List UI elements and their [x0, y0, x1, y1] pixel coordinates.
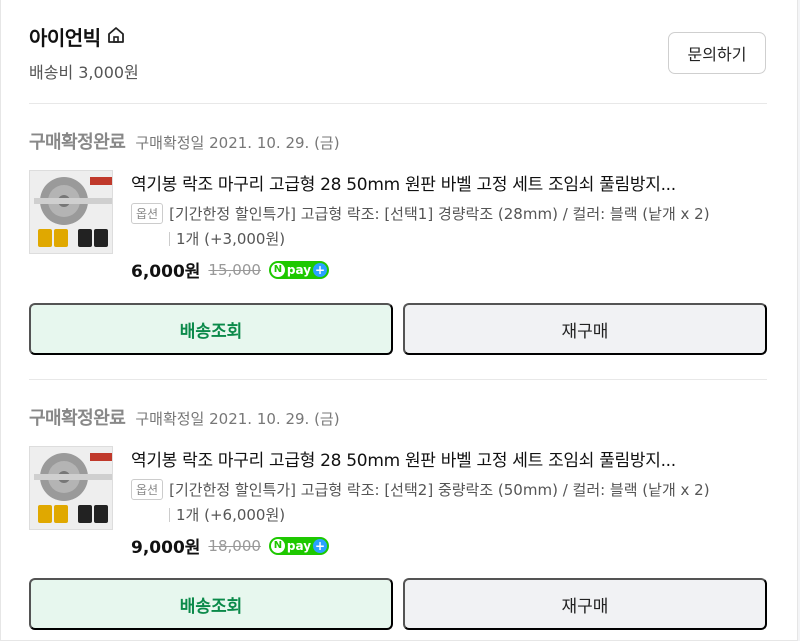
product-thumbnail[interactable]	[29, 170, 113, 254]
confirm-date: 구매확정일 2021. 10. 29. (금)	[135, 134, 340, 152]
original-price: 15,000	[208, 260, 261, 279]
product-title[interactable]: 역기봉 락조 마구리 고급형 28 50mm 원판 바벨 고정 세트 조임쇠 풀…	[131, 170, 767, 195]
option-row: 옵션 [기간한정 할인특가] 고급형 락조: [선택1] 경량락조 (28mm)…	[131, 203, 767, 224]
divider	[29, 103, 767, 104]
shipping-fee: 배송비 3,000원	[29, 63, 139, 82]
status-line: 구매확정완료 구매확정일 2021. 10. 29. (금)	[29, 128, 769, 153]
npay-label: pay	[286, 538, 312, 553]
order-card: 아이언빅 배송비 3,000원 문의하기 구매확정완료 구매확정일 2021. …	[0, 0, 798, 641]
product-info: 역기봉 락조 마구리 고급형 28 50mm 원판 바벨 고정 세트 조임쇠 풀…	[131, 170, 767, 282]
seller-name-row[interactable]: 아이언빅	[29, 22, 769, 51]
divider	[169, 231, 170, 246]
order-item: 구매확정완료 구매확정일 2021. 10. 29. (금) 역기봉 락조 마구…	[29, 128, 769, 355]
option-tag: 옵션	[131, 479, 164, 500]
sale-price: 6,000원	[131, 262, 201, 282]
option-text: [기간한정 할인특가] 고급형 락조: [선택1] 경량락조 (28mm) / …	[169, 205, 710, 223]
plus-icon: +	[313, 538, 328, 553]
rebuy-button[interactable]: 재구매	[403, 578, 767, 630]
inquiry-button[interactable]: 문의하기	[668, 32, 766, 74]
naver-n-icon: N	[270, 262, 285, 277]
seller-header: 아이언빅 배송비 3,000원 문의하기	[29, 22, 769, 84]
action-buttons: 배송조회 재구매	[29, 303, 767, 355]
quantity-row: 1개 (+3,000원)	[131, 228, 767, 249]
option-row: 옵션 [기간한정 할인특가] 고급형 락조: [선택2] 중량락조 (50mm)…	[131, 479, 767, 500]
order-status: 구매확정완료	[29, 408, 126, 429]
price-row: 6,000원 15,000 N pay +	[131, 257, 767, 282]
rebuy-button[interactable]: 재구매	[403, 303, 767, 355]
npay-plus-badge: N pay +	[268, 260, 330, 279]
option-tag: 옵션	[131, 203, 164, 224]
quantity-row: 1개 (+6,000원)	[131, 504, 767, 525]
track-delivery-button[interactable]: 배송조회	[29, 578, 393, 630]
plus-icon: +	[313, 262, 328, 277]
quantity-text: 1개 (+6,000원)	[176, 506, 286, 524]
order-status: 구매확정완료	[29, 132, 126, 153]
order-item: 구매확정완료 구매확정일 2021. 10. 29. (금) 역기봉 락조 마구…	[29, 404, 769, 630]
sale-price: 9,000원	[131, 538, 201, 558]
product-row[interactable]: 역기봉 락조 마구리 고급형 28 50mm 원판 바벨 고정 세트 조임쇠 풀…	[29, 446, 769, 558]
npay-plus-badge: N pay +	[268, 536, 330, 555]
divider	[169, 507, 170, 522]
quantity-text: 1개 (+3,000원)	[176, 230, 286, 248]
original-price: 18,000	[208, 536, 261, 555]
product-row[interactable]: 역기봉 락조 마구리 고급형 28 50mm 원판 바벨 고정 세트 조임쇠 풀…	[29, 170, 769, 282]
divider	[29, 379, 767, 380]
price-row: 9,000원 18,000 N pay +	[131, 533, 767, 558]
npay-label: pay	[286, 262, 312, 277]
status-line: 구매확정완료 구매확정일 2021. 10. 29. (금)	[29, 404, 769, 429]
naver-n-icon: N	[270, 538, 285, 553]
store-home-icon[interactable]	[107, 25, 125, 49]
confirm-date: 구매확정일 2021. 10. 29. (금)	[135, 410, 340, 428]
product-thumbnail[interactable]	[29, 446, 113, 530]
track-delivery-button[interactable]: 배송조회	[29, 303, 393, 355]
seller-name[interactable]: 아이언빅	[29, 22, 101, 51]
order-history-page: 아이언빅 배송비 3,000원 문의하기 구매확정완료 구매확정일 2021. …	[0, 0, 800, 641]
product-info: 역기봉 락조 마구리 고급형 28 50mm 원판 바벨 고정 세트 조임쇠 풀…	[131, 446, 767, 558]
product-title[interactable]: 역기봉 락조 마구리 고급형 28 50mm 원판 바벨 고정 세트 조임쇠 풀…	[131, 446, 767, 471]
action-buttons: 배송조회 재구매	[29, 578, 767, 630]
option-text: [기간한정 할인특가] 고급형 락조: [선택2] 중량락조 (50mm) / …	[169, 481, 710, 499]
